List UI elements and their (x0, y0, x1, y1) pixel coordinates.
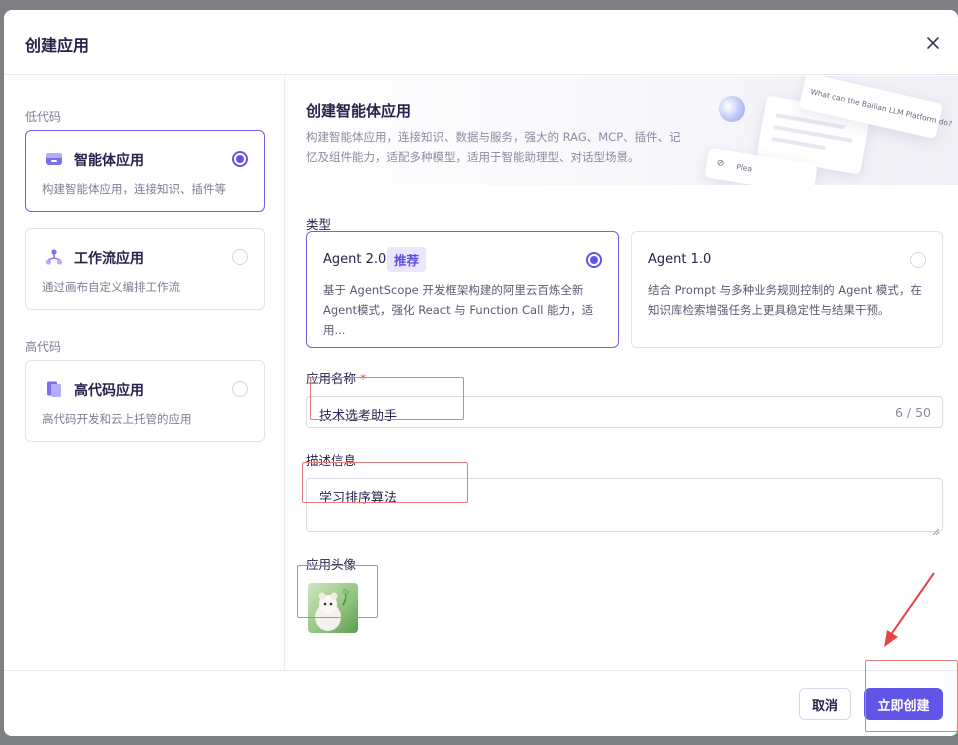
app-name-char-count: 6 / 50 (894, 405, 931, 420)
workflow-app-desc: 通过画布自定义编排工作流 (42, 280, 180, 294)
dialog-header: 创建应用 (4, 10, 958, 75)
description-textarea[interactable]: 学习排序算法 (306, 478, 943, 536)
intro-banner: 创建智能体应用 构建智能体应用，连接知识、数据与服务，强大的 RAG、MCP、插… (286, 76, 958, 185)
decorative-input-hint: Plea (735, 162, 753, 174)
agent-app-title: 智能体应用 (74, 153, 144, 169)
avatar-label: 应用头像 (306, 557, 357, 572)
decorative-link-icon: ⊘ (715, 158, 725, 170)
agent-1-desc: 结合 Prompt 与多种业务规则控制的 Agent 模式，在知识库检索增强任务… (648, 283, 922, 317)
high-code-app-desc: 高代码开发和云上托管的应用 (42, 412, 192, 426)
dialog-title: 创建应用 (25, 36, 90, 55)
banner-desc: 构建智能体应用，连接知识、数据与服务，强大的 RAG、MCP、插件、记忆及组件能… (306, 130, 681, 164)
workflow-icon (45, 248, 63, 266)
high-code-icon (45, 380, 63, 398)
create-app-dialog: 创建应用 低代码 智能体应用 构建智能体应用，连接知识、插件等 工作流应用 通过… (4, 10, 958, 736)
agent-app-card[interactable]: 智能体应用 构建智能体应用，连接知识、插件等 (25, 130, 265, 212)
workflow-app-card[interactable]: 工作流应用 通过画布自定义编排工作流 (25, 228, 265, 310)
agent-app-icon (45, 150, 63, 168)
app-form-panel: 创建智能体应用 构建智能体应用，连接知识、数据与服务，强大的 RAG、MCP、插… (286, 76, 958, 670)
dialog-footer: 取消 立即创建 (4, 670, 958, 736)
description-value: 学习排序算法 (319, 491, 398, 506)
cancel-button[interactable]: 取消 (799, 688, 851, 720)
workflow-app-radio[interactable] (232, 249, 248, 265)
workflow-app-title: 工作流应用 (74, 251, 144, 267)
low-code-section-label: 低代码 (25, 110, 62, 124)
app-name-input[interactable]: 技术选考助手 6 / 50 (306, 396, 943, 428)
description-label: 描述信息 (306, 453, 357, 468)
recommended-badge: 推荐 (387, 247, 427, 272)
agent-2-radio[interactable] (586, 252, 602, 268)
app-name-label-text: 应用名称 (306, 371, 357, 386)
high-code-section-label: 高代码 (25, 340, 62, 354)
close-icon[interactable] (922, 32, 944, 54)
agent-2-option[interactable]: Agent 2.0 推荐 基于 AgentScope 开发框架构建的阿里云百炼全… (306, 231, 619, 348)
app-type-sidebar: 低代码 智能体应用 构建智能体应用，连接知识、插件等 工作流应用 通过画布自定义… (4, 76, 285, 670)
high-code-app-card[interactable]: 高代码应用 高代码开发和云上托管的应用 (25, 360, 265, 442)
app-name-value: 技术选考助手 (319, 409, 398, 424)
banner-title: 创建智能体应用 (306, 102, 412, 120)
agent-app-radio[interactable] (232, 151, 248, 167)
create-now-button[interactable]: 立即创建 (864, 688, 943, 720)
agent-2-title: Agent 2.0 (323, 252, 387, 267)
high-code-app-radio[interactable] (232, 381, 248, 397)
app-name-label: 应用名称 * (306, 368, 366, 387)
agent-1-radio[interactable] (910, 252, 926, 268)
annotation-arrow-icon (884, 572, 935, 647)
agent-1-title: Agent 1.0 (648, 252, 712, 267)
agent-app-desc: 构建智能体应用，连接知识、插件等 (42, 182, 226, 196)
agent-1-option[interactable]: Agent 1.0 结合 Prompt 与多种业务规则控制的 Agent 模式，… (631, 231, 943, 348)
decorative-orb (719, 96, 745, 122)
resize-grip-icon[interactable] (932, 521, 940, 536)
app-avatar-image[interactable] (308, 583, 358, 633)
high-code-app-title: 高代码应用 (74, 383, 144, 399)
agent-2-desc: 基于 AgentScope 开发框架构建的阿里云百炼全新 Agent模式，强化 … (323, 283, 594, 337)
required-mark: * (360, 371, 367, 386)
